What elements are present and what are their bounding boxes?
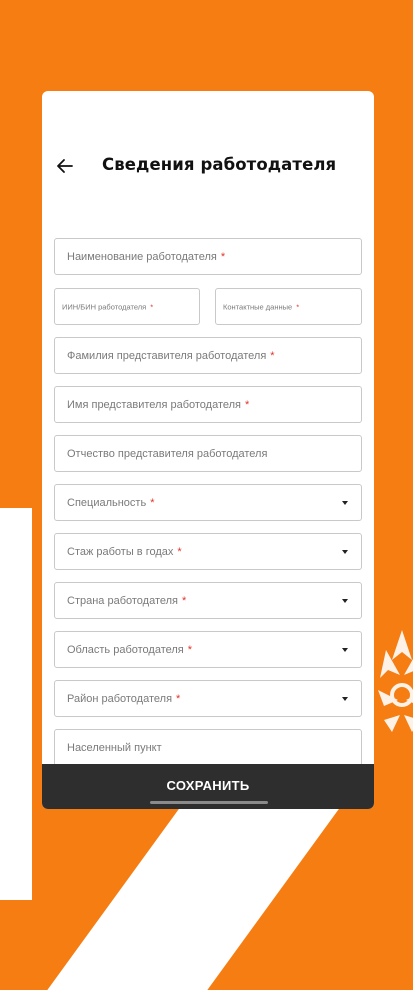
employer-form-card: Сведения работодателя Наименование работ… [42, 91, 374, 809]
caret-down-icon [342, 696, 348, 701]
rep-surname-label: Фамилия представителя работодателя [67, 349, 267, 362]
background-white-stripe [47, 790, 353, 990]
page-title: Сведения работодателя [102, 155, 337, 174]
emblem-decoration-icon [378, 630, 413, 732]
region-select[interactable]: Область работодателя * [54, 631, 362, 668]
region-label: Область работодателя [67, 643, 184, 656]
background-white-panel [0, 508, 32, 900]
caret-down-icon [342, 549, 348, 554]
specialty-label: Специальность [67, 496, 147, 509]
contact-data-label: Контактные данные [223, 302, 293, 311]
required-mark: * [245, 398, 250, 411]
caret-down-icon [342, 647, 348, 652]
caret-down-icon [342, 500, 348, 505]
district-select[interactable]: Район работодателя * [54, 680, 362, 717]
experience-select[interactable]: Стаж работы в годах * [54, 533, 362, 570]
country-label: Страна работодателя [67, 594, 179, 607]
rep-patronymic-label: Отчество представителя работодателя [67, 447, 268, 460]
arrow-left-icon[interactable] [54, 155, 76, 177]
home-indicator [150, 801, 268, 804]
contact-data-field[interactable]: Контактные данные * [215, 288, 362, 325]
rep-patronymic-field[interactable]: Отчество представителя работодателя [54, 435, 362, 472]
iin-bin-label: ИИН/БИН работодателя [62, 302, 147, 311]
specialty-select[interactable]: Специальность * [54, 484, 362, 521]
employer-name-label: Наименование работодателя [67, 250, 217, 263]
required-mark: * [187, 643, 193, 656]
district-label: Район работодателя [67, 692, 173, 705]
page-header: Сведения работодателя [42, 151, 374, 181]
experience-label: Стаж работы в годах [67, 545, 174, 558]
rep-surname-field[interactable]: Фамилия представителя работодателя * [54, 337, 362, 374]
save-button-label: СОХРАНИТЬ [166, 778, 250, 793]
required-mark: * [220, 250, 226, 263]
required-mark: * [270, 349, 275, 362]
caret-down-icon [342, 598, 348, 603]
required-mark: * [296, 302, 300, 311]
rep-name-label: Имя представителя работодателя [67, 398, 242, 411]
country-select[interactable]: Страна работодателя * [54, 582, 362, 619]
iin-bin-field[interactable]: ИИН/БИН работодателя * [54, 288, 200, 325]
required-mark: * [177, 545, 182, 558]
locality-field[interactable]: Населенный пункт [54, 729, 362, 766]
required-mark: * [150, 302, 154, 311]
employer-name-field[interactable]: Наименование работодателя * [54, 238, 362, 275]
required-mark: * [150, 496, 155, 509]
save-button[interactable]: СОХРАНИТЬ [42, 764, 374, 809]
locality-label: Населенный пункт [67, 741, 162, 754]
required-mark: * [182, 594, 187, 607]
required-mark: * [176, 692, 181, 705]
rep-name-field[interactable]: Имя представителя работодателя * [54, 386, 362, 423]
